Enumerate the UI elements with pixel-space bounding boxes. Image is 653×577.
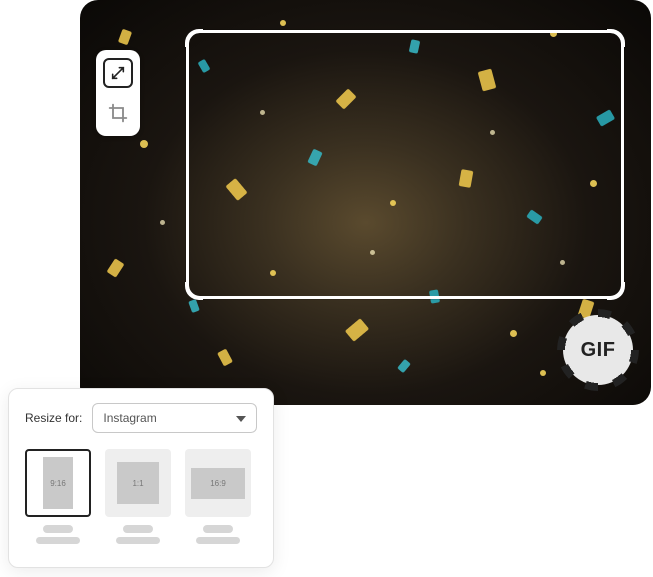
platform-select[interactable]: Instagram bbox=[92, 403, 257, 433]
aspect-ratio-9-16[interactable]: 9:16 bbox=[25, 449, 91, 544]
ratio-thumb: 1:1 bbox=[105, 449, 171, 517]
ratio-label: 9:16 bbox=[43, 457, 73, 509]
platform-select-value: Instagram bbox=[103, 411, 156, 425]
ratio-thumb: 16:9 bbox=[185, 449, 251, 517]
tool-toolbar bbox=[96, 50, 140, 136]
crop-frame[interactable] bbox=[186, 30, 624, 299]
crop-handle-tl[interactable] bbox=[185, 29, 203, 47]
resize-icon bbox=[110, 65, 126, 81]
ratio-thumb: 9:16 bbox=[25, 449, 91, 517]
aspect-ratio-row: 9:16 1:1 16:9 bbox=[25, 449, 257, 544]
gif-badge: GIF bbox=[563, 315, 633, 385]
resize-label: Resize for: bbox=[25, 411, 82, 425]
crop-icon bbox=[108, 103, 128, 123]
crop-handle-br[interactable] bbox=[607, 282, 625, 300]
resize-tool-button[interactable] bbox=[103, 58, 133, 88]
ratio-caption-placeholder bbox=[196, 525, 240, 544]
aspect-ratio-16-9[interactable]: 16:9 bbox=[185, 449, 251, 544]
ratio-caption-placeholder bbox=[36, 525, 80, 544]
resize-panel: Resize for: Instagram 9:16 1:1 16:9 bbox=[8, 388, 274, 568]
ratio-caption-placeholder bbox=[116, 525, 160, 544]
aspect-ratio-1-1[interactable]: 1:1 bbox=[105, 449, 171, 544]
ratio-label: 16:9 bbox=[191, 468, 245, 499]
resize-row: Resize for: Instagram bbox=[25, 403, 257, 433]
ratio-label: 1:1 bbox=[117, 462, 159, 504]
crop-handle-bl[interactable] bbox=[185, 282, 203, 300]
gif-badge-label: GIF bbox=[581, 339, 616, 362]
editor-canvas[interactable]: GIF bbox=[80, 0, 651, 405]
crop-handle-tr[interactable] bbox=[607, 29, 625, 47]
crop-tool-button[interactable] bbox=[103, 98, 133, 128]
